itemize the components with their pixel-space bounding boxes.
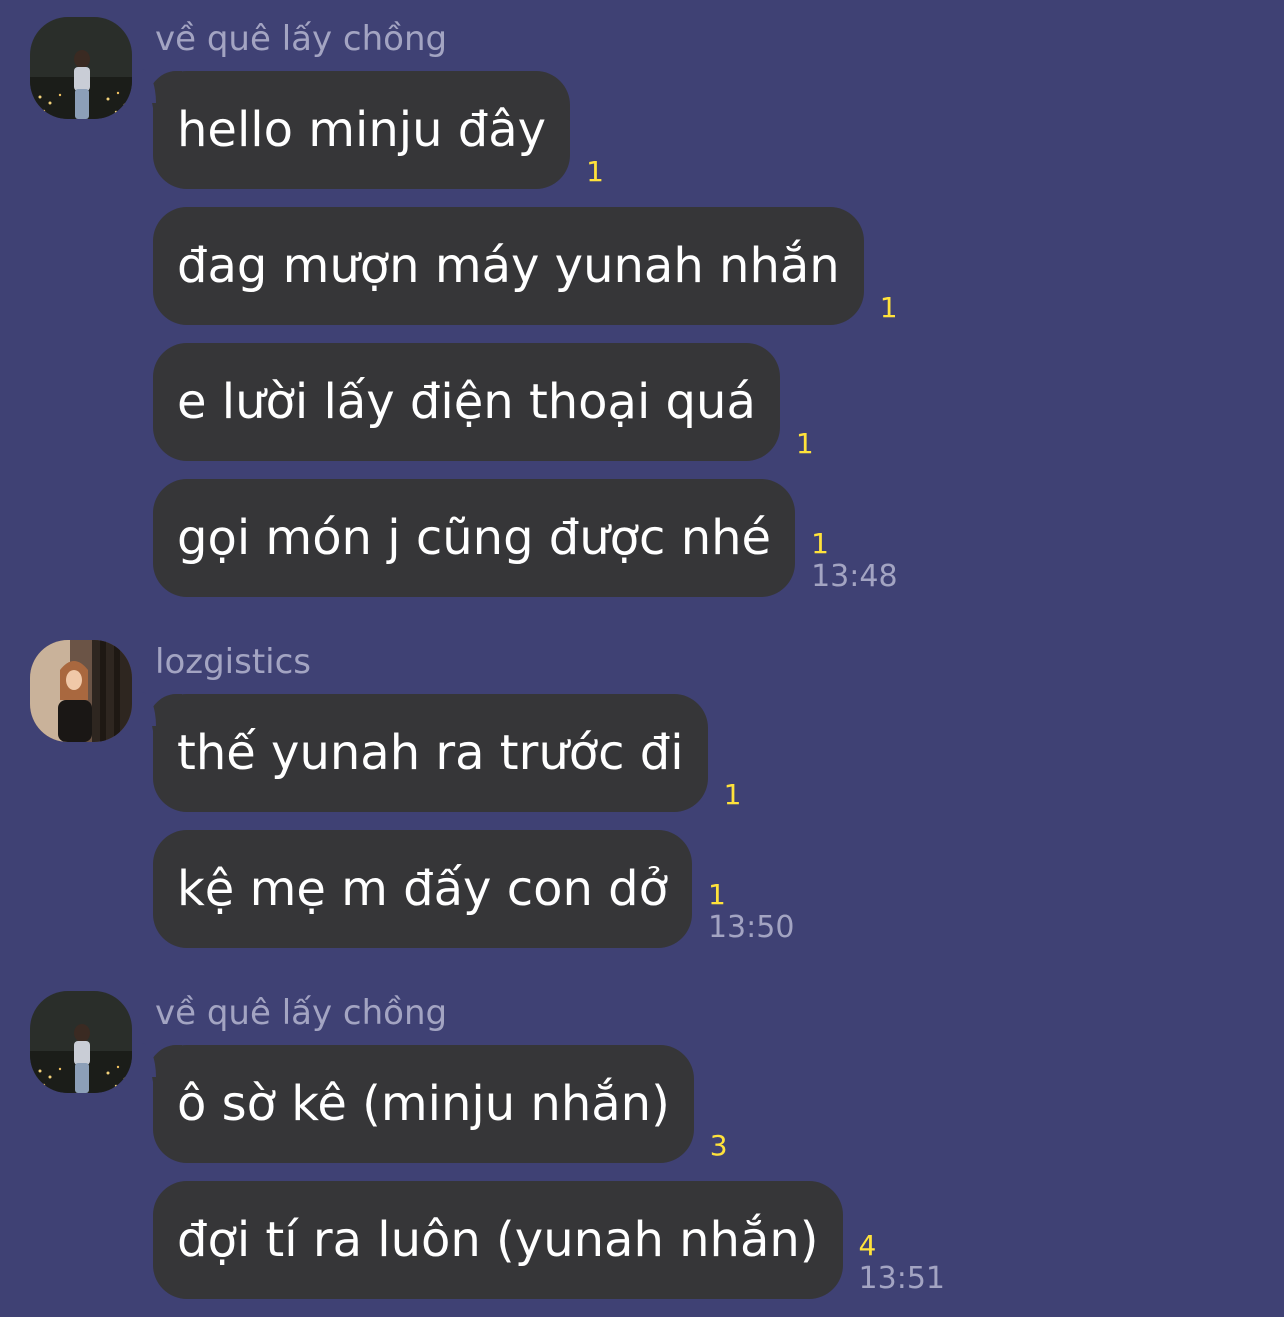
message-meta: 1 bbox=[724, 780, 742, 810]
message-text: kệ mẹ m đấy con dở bbox=[177, 861, 668, 917]
message-row: kệ mẹ m đấy con dở 1 13:50 bbox=[153, 830, 794, 948]
avatar-night-city-image bbox=[30, 991, 132, 1093]
message-bubble[interactable]: gọi món j cũng được nhé bbox=[153, 479, 796, 597]
message-row: e lười lấy điện thoại quá 1 bbox=[153, 343, 814, 461]
message-bubble[interactable]: ô sờ kê (minju nhắn) bbox=[142, 1043, 694, 1163]
sender-name: về quê lấy chồng bbox=[155, 19, 448, 59]
message-row: đag mượn máy yunah nhắn 1 bbox=[153, 207, 898, 325]
message-bubble[interactable]: đợi tí ra luôn (yunah nhắn) bbox=[153, 1181, 843, 1299]
message-bubble[interactable]: hello minju đây bbox=[141, 69, 571, 189]
message-meta: 4 13:51 bbox=[859, 1231, 945, 1297]
message-row: hello minju đây 1 bbox=[141, 69, 604, 189]
message-text: đợi tí ra luôn (yunah nhắn) bbox=[177, 1212, 819, 1268]
message-time: 13:51 bbox=[858, 1261, 945, 1296]
message-time: 13:48 bbox=[811, 559, 898, 594]
message-row: ô sờ kê (minju nhắn) 3 bbox=[142, 1043, 728, 1163]
unread-count: 1 bbox=[707, 878, 726, 911]
message-meta: 1 13:50 bbox=[708, 880, 794, 946]
message-text: gọi món j cũng được nhé bbox=[177, 510, 772, 566]
unread-count: 1 bbox=[811, 527, 829, 560]
message-meta: 1 bbox=[796, 429, 814, 459]
message-bubble[interactable]: kệ mẹ m đấy con dở bbox=[153, 830, 692, 948]
unread-count: 1 bbox=[879, 291, 898, 324]
unread-count: 4 bbox=[858, 1229, 877, 1262]
message-text: hello minju đây bbox=[177, 102, 547, 158]
message-text: ô sờ kê (minju nhắn) bbox=[177, 1076, 670, 1132]
avatar-night-city-image bbox=[30, 17, 132, 119]
message-bubble[interactable]: đag mượn máy yunah nhắn bbox=[153, 207, 864, 325]
unread-count: 3 bbox=[709, 1129, 728, 1162]
unread-count: 1 bbox=[586, 155, 604, 188]
message-text: đag mượn máy yunah nhắn bbox=[177, 238, 840, 294]
message-meta: 1 bbox=[586, 157, 604, 187]
message-time: 13:50 bbox=[707, 910, 795, 945]
message-row: đợi tí ra luôn (yunah nhắn) 4 13:51 bbox=[153, 1181, 945, 1299]
unread-count: 1 bbox=[795, 427, 814, 460]
sender-avatar[interactable] bbox=[30, 640, 132, 742]
message-text: thế yunah ra trước đi bbox=[177, 725, 684, 781]
message-bubble[interactable]: thế yunah ra trước đi bbox=[142, 692, 708, 812]
message-row: gọi món j cũng được nhé 1 13:48 bbox=[153, 479, 898, 597]
unread-count: 1 bbox=[723, 778, 742, 811]
message-meta: 1 bbox=[880, 293, 898, 323]
message-meta: 1 13:48 bbox=[811, 529, 897, 595]
message-meta: 3 bbox=[710, 1131, 728, 1161]
avatar-girl-indoor-image bbox=[30, 640, 132, 742]
sender-name: về quê lấy chồng bbox=[155, 993, 448, 1033]
sender-avatar[interactable] bbox=[30, 17, 132, 119]
sender-avatar[interactable] bbox=[30, 991, 132, 1093]
message-text: e lười lấy điện thoại quá bbox=[177, 374, 756, 430]
sender-name: lozgistics bbox=[155, 642, 312, 682]
message-row: thế yunah ra trước đi 1 bbox=[142, 692, 742, 812]
message-bubble[interactable]: e lười lấy điện thoại quá bbox=[153, 343, 780, 461]
